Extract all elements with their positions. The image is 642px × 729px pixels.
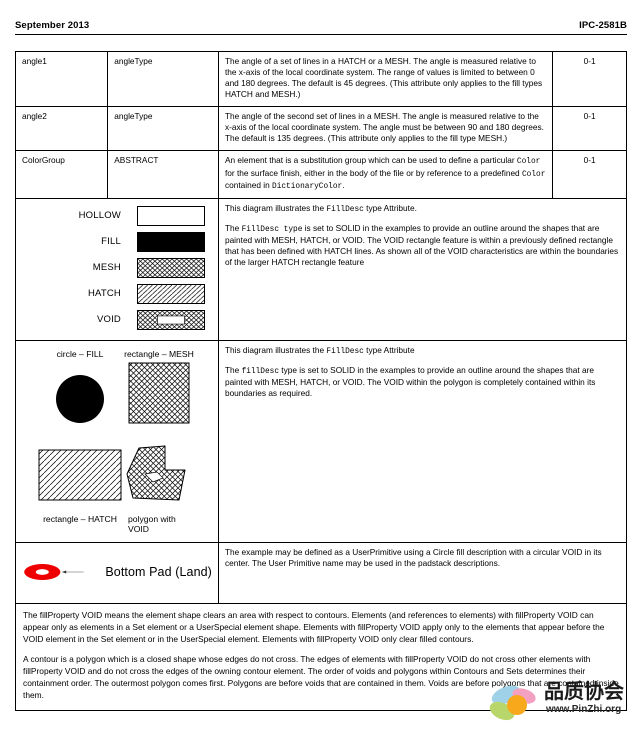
hatch-rectangle-icon <box>38 449 122 501</box>
attribute-cardinality: 0-1 <box>552 50 627 108</box>
fill-desc-2-pre: The <box>224 222 242 233</box>
header-date: September 2013 <box>15 20 90 31</box>
polygon-void-caption: polygon with VOID <box>128 513 176 534</box>
attribute-type: angleType <box>107 50 219 108</box>
fill-swatch-item: VOID <box>22 310 212 331</box>
desc-text: . <box>342 179 345 190</box>
pad-wrap: Bottom Pad (Land) <box>22 547 212 597</box>
fill-swatch-label: HOLLOW <box>78 209 121 221</box>
note-paragraph-1: The fillProperty VOID means the element … <box>23 610 605 645</box>
table-row: angle2 angleType The angle of the second… <box>14 106 627 152</box>
attribute-description: The angle of a set of lines in a HATCH o… <box>217 50 554 108</box>
attribute-name: angle2 <box>14 106 109 152</box>
header-divider <box>15 34 627 35</box>
pad-label: Bottom Pad (Land) <box>105 564 212 579</box>
shapes-desc-2-mono: fillDesc <box>241 367 279 376</box>
header-row: September 2013 IPC-2581B <box>15 20 627 34</box>
pad-description: The example may be defined as a UserPrim… <box>217 542 628 605</box>
fill-swatch-list: HOLLOW FILL MESH HATCH VOID <box>22 203 212 334</box>
shapes-desc-1-mono: FillDesc <box>326 348 364 357</box>
desc-text: contained in <box>224 179 273 190</box>
desc-text: An element that is a substitution group … <box>224 155 517 166</box>
attribute-name: angle1 <box>14 50 109 108</box>
fill-swatch-label: HATCH <box>87 287 121 299</box>
document-page: September 2013 IPC-2581B angle1 angleTyp… <box>0 0 642 729</box>
pad-figure-row: Bottom Pad (Land) The example may be def… <box>15 542 628 605</box>
table-row: ColorGroup ABSTRACT An element that is a… <box>14 150 627 200</box>
rectangle-hatch-shape-box <box>38 438 122 512</box>
attribute-description: The angle of the second set of lines in … <box>217 106 554 152</box>
rectangle-mesh-shape-box <box>122 362 196 436</box>
polygon-void-shape-box <box>122 438 196 512</box>
pad-diagram: Bottom Pad (Land) <box>15 542 219 605</box>
fill-swatch-label: FILL <box>101 235 121 247</box>
attribute-description: An element that is a substitution group … <box>217 150 554 200</box>
hollow-swatch-icon <box>136 206 205 227</box>
fill-types-description: This diagram illustrates the FillDesc ty… <box>217 198 628 342</box>
circle-fill-shape-box <box>38 362 122 436</box>
fill-desc-line-2: The FillDesc type is set to SOLID in the… <box>225 223 620 268</box>
shapes-diagram: circle – FILL rectangle – MESH rectangle… <box>15 340 219 544</box>
fill-swatch-item: MESH <box>22 258 212 279</box>
fill-desc-1-pre: This diagram illustrates the <box>224 203 327 214</box>
rectangle-mesh-caption: rectangle – MESH <box>124 349 194 360</box>
mesh-rectangle-icon <box>128 362 190 424</box>
fill-swatch-label: VOID <box>96 313 121 325</box>
rectangle-hatch-caption: rectangle – HATCH <box>43 513 117 524</box>
hatch-swatch-icon <box>136 284 205 305</box>
void-swatch-icon <box>136 310 205 331</box>
mesh-polygon-with-void-icon <box>126 445 186 501</box>
header-standard: IPC-2581B <box>579 20 627 31</box>
fill-swatch-item: FILL <box>22 232 212 253</box>
solid-fill-swatch-icon <box>136 232 205 253</box>
shape-grid: circle – FILL rectangle – MESH rectangle… <box>22 345 212 536</box>
mono-term: Color <box>521 170 546 179</box>
fill-swatch-label: MESH <box>92 261 121 273</box>
desc-text: for the surface finish, either in the bo… <box>224 167 522 178</box>
fill-desc-line-1: This diagram illustrates the FillDesc ty… <box>225 203 620 215</box>
circle-fill-caption: circle – FILL <box>56 349 104 360</box>
shapes-description: This diagram illustrates the FillDesc ty… <box>217 340 628 544</box>
attribute-table: angle1 angleType The angle of a set of l… <box>14 50 628 605</box>
fill-types-diagram: HOLLOW FILL MESH HATCH VOID <box>15 198 219 342</box>
shapes-figure-row: circle – FILL rectangle – MESH rectangle… <box>15 340 628 544</box>
note-paragraph-2: A contour is a polygon which is a closed… <box>23 654 619 700</box>
fill-types-figure-row: HOLLOW FILL MESH HATCH VOID This diagram… <box>15 198 628 342</box>
shapes-desc-2-pre: The <box>224 364 242 375</box>
notes-box: The fillProperty VOID means the element … <box>15 604 627 711</box>
mesh-swatch-icon <box>136 258 205 279</box>
mono-term: DictionaryColor <box>272 182 343 191</box>
attribute-type: ABSTRACT <box>107 150 219 200</box>
shapes-desc-1-post: type Attribute <box>363 345 415 356</box>
fill-desc-1-mono: FillDesc <box>326 206 364 215</box>
table-row: angle1 angleType The angle of a set of l… <box>14 50 627 108</box>
mono-term: Color <box>516 158 541 167</box>
shapes-desc-2-post: type is set to SOLID in the examples to … <box>224 364 596 399</box>
bottom-pad-annotation-icon <box>24 564 84 581</box>
fill-desc-1-post: type Attribute. <box>363 203 417 214</box>
fill-swatch-item: HOLLOW <box>22 206 212 227</box>
attribute-type: angleType <box>107 106 219 152</box>
shapes-desc-1-pre: This diagram illustrates the <box>224 345 327 356</box>
fill-desc-2-mono: FillDesc type <box>241 225 303 234</box>
shapes-desc-line-2: The fillDesc type is set to SOLID in the… <box>225 365 620 399</box>
attribute-cardinality: 0-1 <box>552 150 627 200</box>
filled-circle-icon <box>56 374 104 423</box>
fill-swatch-item: HATCH <box>22 284 212 305</box>
shapes-desc-line-1: This diagram illustrates the FillDesc ty… <box>225 345 620 357</box>
attribute-name: ColorGroup <box>14 150 109 200</box>
attribute-cardinality: 0-1 <box>552 106 627 152</box>
page-header: September 2013 IPC-2581B <box>15 0 627 46</box>
